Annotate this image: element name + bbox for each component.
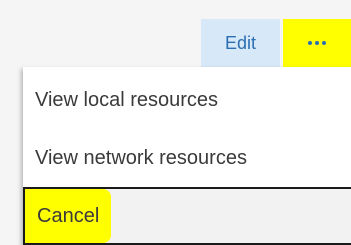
resources-menu: View local resources View network resour… (23, 67, 351, 245)
menu-item-cancel[interactable]: Cancel (23, 187, 351, 245)
more-options-button[interactable] (283, 19, 351, 67)
menu-item-view-network-resources[interactable]: View network resources (23, 129, 351, 187)
menu-item-label: Cancel (37, 204, 100, 227)
edit-button[interactable]: Edit (201, 19, 280, 67)
more-horizontal-icon (308, 41, 326, 45)
menu-item-label: View network resources (35, 146, 247, 169)
menu-item-label: View local resources (35, 88, 219, 111)
menu-item-view-local-resources[interactable]: View local resources (23, 71, 351, 129)
edit-button-label: Edit (224, 32, 257, 53)
cancel-highlight: Cancel (25, 189, 112, 243)
